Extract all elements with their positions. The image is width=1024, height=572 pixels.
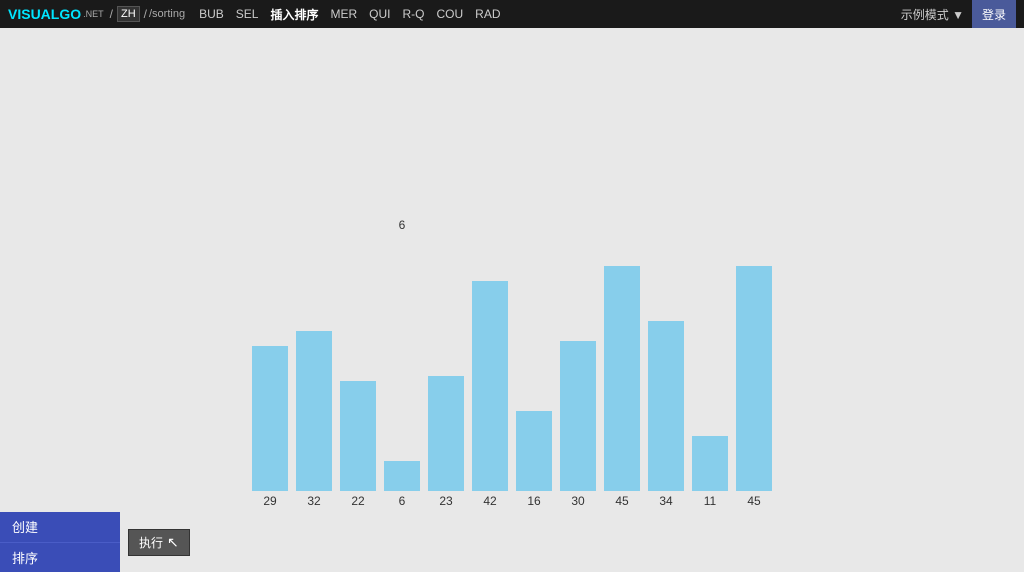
bar-rect-8 (604, 266, 640, 491)
nav-item-ins[interactable]: 插入排序 (264, 0, 324, 28)
bottom-right-panel: 执行 ↖ (120, 512, 1024, 572)
sort-button[interactable]: 排序 (0, 543, 120, 572)
bottom-left-panel: 创建 排序 (0, 512, 120, 572)
bar-9: 34 (648, 238, 684, 508)
execute-button[interactable]: 执行 ↖ (128, 529, 190, 556)
bottom-panel: 创建 排序 执行 ↖ (0, 512, 1024, 572)
bar-label-6: 16 (527, 494, 540, 508)
logo-net: .NET (83, 9, 104, 19)
cursor-icon: ↖ (167, 534, 179, 551)
bar-2: 22 (340, 238, 376, 508)
bar-rect-0 (252, 346, 288, 491)
chart-area: 293222662342163045341145 (0, 28, 1024, 518)
bar-rect-11 (736, 266, 772, 491)
bar-6: 16 (516, 238, 552, 508)
logo[interactable]: VISUALGO.NET (8, 6, 104, 22)
nav-separator: / (110, 7, 113, 21)
nav-item-rq[interactable]: R-Q (396, 0, 430, 28)
nav-item-sel[interactable]: SEL (230, 0, 265, 28)
bar-rect-1 (296, 331, 332, 491)
nav-login-button[interactable]: 登录 (972, 0, 1016, 28)
bar-8: 45 (604, 238, 640, 508)
bar-label-0: 29 (263, 494, 276, 508)
bar-top-label-3: 6 (384, 218, 420, 456)
create-button[interactable]: 创建 (0, 512, 120, 543)
bar-label-11: 45 (747, 494, 760, 508)
nav-lang-selector[interactable]: ZH (117, 6, 140, 22)
bar-rect-3 (384, 461, 420, 491)
nav-item-qui[interactable]: QUI (363, 0, 396, 28)
top-navigation: VISUALGO.NET / ZH / /sorting BUB SEL 插入排… (0, 0, 1024, 28)
nav-item-rad[interactable]: RAD (469, 0, 506, 28)
bar-label-9: 34 (659, 494, 672, 508)
bar-label-4: 23 (439, 494, 452, 508)
bar-label-10: 11 (704, 494, 716, 508)
bar-rect-6 (516, 411, 552, 491)
logo-vis: VISUALGO (8, 6, 81, 22)
bar-1: 32 (296, 238, 332, 508)
bar-10: 11 (692, 238, 728, 508)
nav-example-mode[interactable]: 示例模式 ▼ (893, 6, 972, 23)
bar-label-2: 22 (351, 494, 364, 508)
bar-3: 66 (384, 238, 420, 508)
bar-0: 29 (252, 238, 288, 508)
execute-label: 执行 (139, 534, 163, 551)
bar-label-8: 45 (615, 494, 628, 508)
bar-rect-10 (692, 436, 728, 491)
bar-label-5: 42 (483, 494, 496, 508)
nav-item-cou[interactable]: COU (430, 0, 469, 28)
bar-5: 42 (472, 238, 508, 508)
nav-item-bub[interactable]: BUB (193, 0, 230, 28)
nav-path: /sorting (149, 8, 185, 20)
bar-label-1: 32 (307, 494, 320, 508)
bar-rect-2 (340, 381, 376, 491)
bar-7: 30 (560, 238, 596, 508)
bar-11: 45 (736, 238, 772, 508)
bar-label-7: 30 (571, 494, 584, 508)
nav-item-mer[interactable]: MER (324, 0, 363, 28)
bar-rect-9 (648, 321, 684, 491)
bar-rect-5 (472, 281, 508, 491)
bar-label-3: 6 (399, 494, 406, 508)
nav-separator2: / (144, 7, 147, 21)
bar-rect-7 (560, 341, 596, 491)
bar-rect-4 (428, 376, 464, 491)
bar-4: 23 (428, 238, 464, 508)
